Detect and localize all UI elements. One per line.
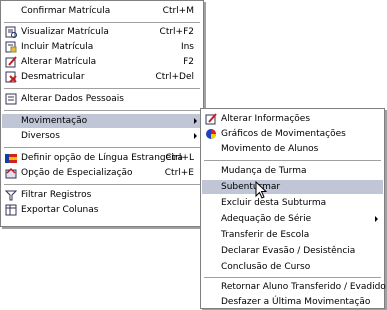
- menu-item-definir-lingua[interactable]: Definir opção de Língua Estrangeira Ctrl…: [2, 151, 202, 165]
- menu-item-label: Confirmar Matrícula: [21, 6, 111, 16]
- menu-item-label: Mudança de Turma: [221, 166, 307, 176]
- submenu-item-subenturmar[interactable]: Subenturmar: [202, 180, 383, 194]
- menu-item-visualizar-matricula[interactable]: Visualizar Matrícula Ctrl+F2: [2, 25, 202, 39]
- add-enrollment-icon: [5, 41, 17, 53]
- menu-item-label: Gráficos de Movimentações: [221, 129, 346, 139]
- menu-item-shortcut: F2: [183, 57, 194, 67]
- menu-item-shortcut: Ctrl+Del: [155, 72, 194, 82]
- menu-item-alterar-matricula[interactable]: Alterar Matrícula F2: [2, 55, 202, 69]
- menu-item-confirmar-matricula[interactable]: Confirmar Matrícula Ctrl+M: [2, 4, 202, 18]
- specialization-icon: [5, 167, 17, 179]
- submenu-item-transferir-escola[interactable]: Transferir de Escola: [202, 228, 383, 242]
- menu-item-alterar-dados-pessoais[interactable]: Alterar Dados Pessoais: [2, 92, 202, 106]
- submenu-item-declarar-evasao[interactable]: Declarar Evasão / Desistência: [202, 244, 383, 258]
- menu-item-label: Alterar Dados Pessoais: [21, 94, 124, 104]
- menu-separator: [4, 147, 200, 149]
- menu-item-label: Definir opção de Língua Estrangeira: [21, 153, 183, 163]
- menu-item-desmatricular[interactable]: Desmatricular Ctrl+Del: [2, 70, 202, 84]
- menu-separator: [4, 88, 200, 90]
- submenu-item-mudanca-turma[interactable]: Mudança de Turma: [202, 164, 383, 178]
- menu-item-label: Visualizar Matrícula: [21, 27, 109, 37]
- menu-item-label: Opção de Especialização: [21, 168, 133, 178]
- menu-item-label: Adequação de Série: [221, 214, 312, 224]
- menu-item-shortcut: Ctrl+M: [162, 6, 194, 16]
- submenu-item-excluir-subturma[interactable]: Excluir desta Subturma: [202, 196, 383, 210]
- menu-item-shortcut: Ctrl+L: [165, 153, 194, 163]
- menu-separator: [204, 277, 381, 279]
- menu-item-movimentacao[interactable]: Movimentação: [2, 114, 202, 128]
- submenu-item-movimento-alunos[interactable]: Movimento de Alunos: [202, 142, 383, 156]
- flag-icon: [5, 152, 17, 164]
- menu-item-filtrar-registros[interactable]: Filtrar Registros: [2, 188, 202, 202]
- menu-item-label: Retornar Aluno Transferido / Evadido: [221, 282, 386, 292]
- menu-separator: [4, 22, 200, 24]
- menu-item-label: Filtrar Registros: [21, 190, 92, 200]
- edit-info-icon: [205, 113, 217, 125]
- submenu-item-adequacao-serie[interactable]: Adequação de Série: [202, 212, 383, 226]
- menu-separator: [4, 184, 200, 186]
- menu-item-incluir-matricula[interactable]: Incluir Matrícula Ins: [2, 40, 202, 54]
- submenu-item-graficos[interactable]: Gráficos de Movimentações: [202, 127, 383, 141]
- menu-item-label: Movimento de Alunos: [221, 144, 319, 154]
- menu-item-label: Movimentação: [21, 116, 88, 126]
- submenu-arrow-icon: [194, 133, 197, 139]
- menu-item-shortcut: Ins: [180, 42, 194, 52]
- menu-item-shortcut: Ctrl+E: [164, 168, 194, 178]
- mouse-cursor-icon: [255, 181, 268, 199]
- menu-item-label: Exportar Colunas: [21, 205, 99, 215]
- menu-item-exportar-colunas[interactable]: Exportar Colunas: [2, 203, 202, 217]
- submenu-item-conclusao-curso[interactable]: Conclusão de Curso: [202, 260, 383, 274]
- edit-enrollment-icon: [5, 56, 17, 68]
- menu-item-diversos[interactable]: Diversos: [2, 129, 202, 143]
- export-icon: [5, 204, 17, 216]
- personal-data-icon: [5, 93, 17, 105]
- submenu-item-retornar-aluno[interactable]: Retornar Aluno Transferido / Evadido: [202, 280, 386, 294]
- menu-item-label: Transferir de Escola: [221, 230, 310, 240]
- menu-item-label: Desfazer a Última Movimentação: [221, 297, 371, 307]
- menu-item-label: Excluir desta Subturma: [221, 198, 327, 208]
- submenu-arrow-icon: [375, 216, 378, 222]
- menu-item-label: Desmatricular: [21, 72, 85, 82]
- menu-item-label: Conclusão de Curso: [221, 262, 311, 272]
- menu-item-shortcut: Ctrl+F2: [159, 27, 194, 37]
- menu-item-label: Diversos: [21, 131, 60, 141]
- menu-item-label: Alterar Informações: [221, 114, 311, 124]
- menu-item-label: Declarar Evasão / Desistência: [221, 246, 356, 256]
- menu-separator: [4, 110, 200, 112]
- submenu-arrow-icon: [194, 118, 197, 124]
- view-enrollment-icon: [5, 26, 17, 38]
- menu-item-opcao-especializacao[interactable]: Opção de Especialização Ctrl+E: [2, 166, 202, 180]
- filter-icon: [4, 189, 18, 201]
- submenu-movimentacao: Alterar Informações Gráficos de Moviment…: [200, 108, 386, 309]
- menu-item-label: Subenturmar: [221, 182, 281, 192]
- menu-item-label: Alterar Matrícula: [21, 57, 97, 67]
- menu-separator: [204, 160, 381, 162]
- menu-item-label: Incluir Matrícula: [21, 42, 94, 52]
- context-menu: Confirmar Matrícula Ctrl+M Visualizar Ma…: [0, 0, 204, 227]
- submenu-item-alterar-informacoes[interactable]: Alterar Informações: [202, 112, 383, 126]
- pie-chart-icon: [205, 128, 217, 140]
- unenroll-icon: [5, 71, 17, 83]
- submenu-item-desfazer-movimentacao[interactable]: Desfazer a Última Movimentação: [202, 295, 383, 309]
